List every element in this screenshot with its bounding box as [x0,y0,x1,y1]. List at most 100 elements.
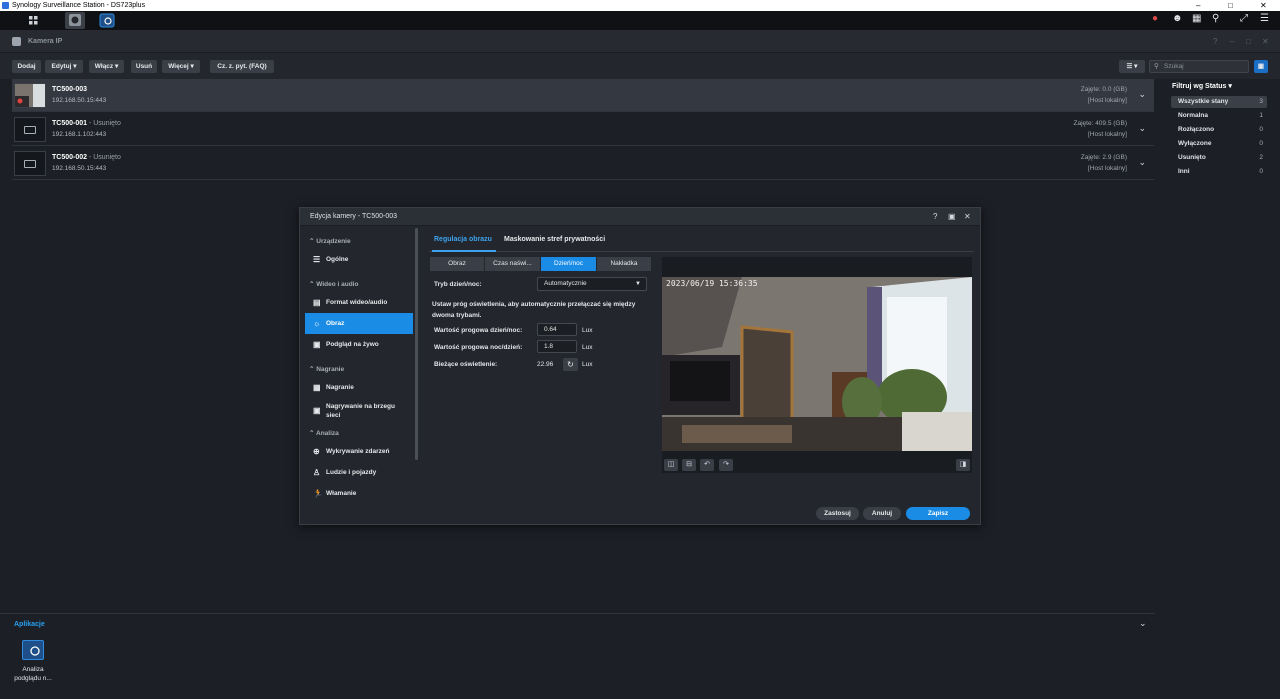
edit-button[interactable]: Edytuj ▾ [45,60,83,73]
camera-row[interactable]: TC500-001 - Usunięto 192.168.1.102:443 Z… [12,113,1154,146]
chevron-down-icon[interactable]: ⌄ [1139,618,1147,629]
lux-unit: Lux [582,361,593,368]
user-icon[interactable]: ☻ [1172,13,1183,24]
delete-button[interactable]: Usuń [131,60,157,73]
subtab-day-night[interactable]: Dzień/noc [541,257,596,271]
live-view-app-button[interactable] [97,12,117,29]
minimize-icon[interactable]: – [1230,37,1234,46]
maximize-icon[interactable]: □ [1228,0,1233,11]
filter-item[interactable]: Inni 0 [1171,166,1267,178]
nav-item-people-vehicles[interactable]: ♙ Ludzie i pojazdy [305,462,413,483]
filter-label: Inni [1178,168,1190,175]
video-timestamp: 2023/06/19 15:36:35 [666,279,758,288]
camera-name: TC500-003 [52,86,87,93]
nav-item-recording[interactable]: ▦ Nagranie [305,377,413,398]
cancel-button[interactable]: Anuluj [863,507,901,520]
nav-item-video-format[interactable]: ▤ Format wideo/audio [305,292,413,313]
app-window-header: Kamera IP ? – □ ✕ [0,30,1280,53]
live-view-analytics-icon[interactable] [22,640,44,660]
nav-item-edge-recording[interactable]: ▣ Nagrywanie na brzegu sieci [305,399,413,423]
flip-horizontal-icon[interactable]: ◫ [664,459,678,471]
chevron-down-icon[interactable]: ⌄ [1138,123,1146,134]
refresh-icon[interactable]: ↻ [563,358,578,371]
sd-card-icon: ▣ [313,406,321,415]
nav-section-video-audio[interactable]: ⌃ Wideo i audio [309,280,358,288]
view-mode-button[interactable]: ☰ ▾ [1119,60,1145,73]
filter-item[interactable]: Normalna 1 [1171,110,1267,122]
nav-item-event-detection[interactable]: ⊕ Wykrywanie zdarzeń [305,441,413,462]
fullscreen-icon[interactable]: ⤢ [1240,13,1248,24]
filter-label: Usunięto [1178,154,1206,161]
lux-unit: Lux [582,344,593,351]
filter-panel-toggle[interactable]: ▣ [1254,60,1268,73]
nav-item-label-line2: sieci [326,412,341,419]
search-icon[interactable]: ⚲ [1212,13,1219,24]
nav-scrollbar[interactable] [415,228,418,460]
apply-button[interactable]: Zastosuj [816,507,859,520]
camera-app-icon [69,14,81,26]
subtab-exposure[interactable]: Czas naświ... [485,257,540,271]
filter-item[interactable]: Usunięto 2 [1171,152,1267,164]
day-night-threshold-input[interactable]: 0.64 [537,323,577,336]
close-icon[interactable]: ✕ [964,212,971,221]
nav-item-label: Wykrywanie zdarzeń [326,448,390,455]
help-icon[interactable]: ? [933,212,937,221]
camera-status: - Usunięto [87,154,121,161]
nav-item-general[interactable]: ☰ Ogólne [305,249,413,270]
filter-item[interactable]: Wszystkie stany 3 [1171,96,1267,108]
subtab-image[interactable]: Obraz [430,257,484,271]
film-icon: ▤ [313,298,321,307]
options-menu-icon[interactable]: ☰ [1260,13,1269,24]
faq-button[interactable]: Cz. z. pyt. (FAQ) [210,60,274,73]
maximize-icon[interactable]: □ [1246,37,1251,46]
close-icon[interactable]: ✕ [1260,0,1267,11]
subtab-overlay[interactable]: Nakładka [597,257,651,271]
more-button[interactable]: Więcej ▾ [162,60,200,73]
rotate-left-icon[interactable]: ↶ [700,459,714,471]
nav-item-intrusion[interactable]: 🏃 Włamanie [305,483,413,504]
dashboard-icon[interactable]: ▦ [1192,13,1201,24]
main-menu-button[interactable] [23,12,43,29]
add-button[interactable]: Dodaj [12,60,41,73]
camera-name: TC500-001 - Usunięto [52,120,121,127]
close-icon[interactable]: ✕ [1262,37,1269,46]
maximize-icon[interactable]: ▣ [948,212,956,221]
camera-ip: 192.168.50.15:443 [52,97,107,104]
split-view-icon[interactable]: ◨ [956,459,970,471]
nav-section-recording[interactable]: ⌃ Nagranie [309,365,344,373]
nav-item-live-view[interactable]: ▣ Podgląd na żywo [305,334,413,355]
applications-panel: Aplikacje ⌄ Analiza podglądu n... [0,613,1155,699]
chevron-down-icon[interactable]: ⌄ [1138,89,1146,100]
nav-section-device[interactable]: ⌃ Urządzenie [309,237,351,245]
app-label[interactable]: Analiza podglądu n... [8,665,58,683]
filter-item[interactable]: Wyłączone 0 [1171,138,1267,150]
tab-privacy-mask[interactable]: Maskowanie stref prywatności [504,236,605,243]
filter-item[interactable]: Rozłączono 0 [1171,124,1267,136]
nav-item-image[interactable]: ☼ Obraz [305,313,413,334]
minimize-icon[interactable]: – [1196,0,1200,11]
ip-camera-app-button[interactable] [65,12,85,29]
flip-vertical-icon[interactable]: ⊟ [682,459,696,471]
camera-storage-used: Zajęte: 409.5 (GB) [1073,120,1127,127]
search-input[interactable]: ⚲ Szukaj [1149,60,1249,73]
notification-icon[interactable]: ● [1152,13,1158,24]
save-button[interactable]: Zapisz [906,507,970,520]
enable-button[interactable]: Włącz ▾ [89,60,124,73]
crosshair-icon: ⊕ [313,447,320,456]
tab-image-adjustment[interactable]: Regulacja obrazu [434,236,492,243]
camera-row[interactable]: TC500-002 - Usunięto 192.168.50.15:443 Z… [12,147,1154,180]
select-value: Automatycznie [544,280,587,287]
night-day-threshold-input[interactable]: 1.8 [537,340,577,353]
help-icon[interactable]: ? [1213,37,1217,46]
camera-row[interactable]: TC500-003 192.168.50.15:443 Zajęte: 0.0 … [12,79,1154,112]
nav-section-analysis[interactable]: ⌃ Analiza [309,429,339,437]
rotate-right-icon[interactable]: ↷ [719,459,733,471]
live-view-icon [99,13,115,28]
tab-divider [429,251,974,252]
chevron-down-icon[interactable]: ⌄ [1138,157,1146,168]
day-night-mode-select[interactable]: Automatycznie ▼ [537,277,647,291]
camera-ip: 192.168.1.102:443 [52,131,107,138]
camera-name-text: TC500-001 [52,120,88,127]
filter-title[interactable]: Filtruj wg Status ▾ [1172,82,1232,90]
current-illumination-value: 22.96 [537,361,554,368]
